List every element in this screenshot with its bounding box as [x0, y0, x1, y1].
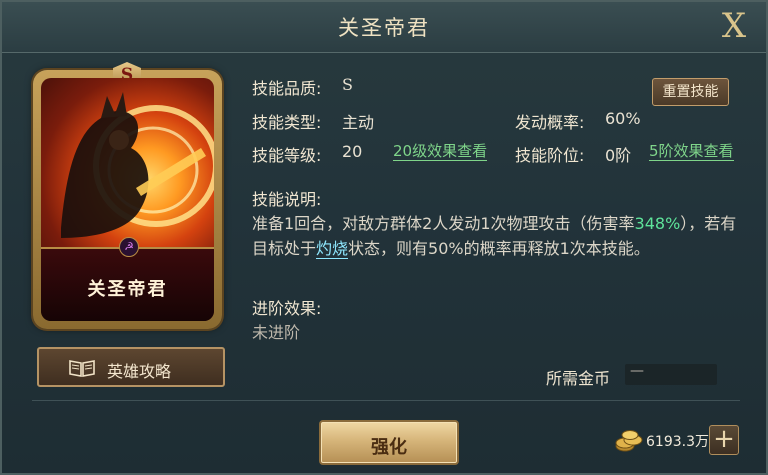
- coin-balance: 6193.3万: [646, 434, 709, 450]
- rank-effect-link[interactable]: 5阶效果查看: [649, 142, 734, 161]
- enhance-label: 强化: [371, 437, 407, 458]
- type-value: 主动: [342, 113, 375, 132]
- damage-rate: 348%: [634, 214, 681, 233]
- quality-value: S: [342, 75, 353, 94]
- level-label: 技能等级:: [252, 146, 322, 165]
- rank-value: 0阶: [605, 146, 632, 165]
- advance-label: 进阶效果:: [252, 299, 322, 318]
- description-label: 技能说明:: [252, 190, 322, 209]
- rank-label: 技能阶位:: [515, 146, 585, 165]
- hero-name: 关圣帝君: [87, 279, 168, 300]
- quality-label: 技能品质:: [252, 79, 322, 98]
- add-coins-button[interactable]: +: [709, 425, 739, 455]
- level-effect-link[interactable]: 20级效果查看: [393, 142, 488, 161]
- reset-skill-button[interactable]: 重置技能: [652, 78, 729, 106]
- book-icon: [69, 360, 95, 377]
- hero-guide-button[interactable]: 英雄攻略: [37, 347, 225, 387]
- level-value: 20: [342, 142, 363, 161]
- trigger-rate-label: 发动概率:: [515, 113, 585, 132]
- hero-portrait: ☭ 关圣帝君: [41, 78, 214, 321]
- hero-art: [61, 92, 214, 238]
- trigger-rate-value: 60%: [605, 109, 641, 128]
- hero-name-plate: ☭ 关圣帝君: [41, 237, 214, 321]
- hero-card: S ☭ 关圣帝君: [33, 62, 222, 329]
- desc-text-1: 准备1回合，对敌方群体2人发动1次物理攻击（伤害率: [252, 214, 635, 233]
- skill-description: 准备1回合，对敌方群体2人发动1次物理攻击（伤害率348%），若有目标处于灼烧状…: [252, 211, 752, 261]
- desc-text-3: 状态，则有50%的概率再释放1次本技能。: [348, 239, 650, 258]
- hero-guide-label: 英雄攻略: [107, 362, 172, 381]
- enhance-button[interactable]: 强化: [319, 420, 459, 465]
- burn-status-link[interactable]: 灼烧: [316, 239, 349, 259]
- dialog-title: 关圣帝君: [338, 16, 430, 40]
- skill-dialog: 关圣帝君 X S ☭ 关圣帝君 英雄攻略 技能品质: S 重置技能 技能类型: …: [0, 0, 768, 475]
- advance-value: 未进阶: [252, 323, 301, 342]
- faction-icon: ☭: [119, 237, 139, 257]
- coin-icon: [615, 430, 643, 452]
- title-bar: 关圣帝君 X: [2, 2, 766, 53]
- close-button[interactable]: X: [716, 8, 752, 44]
- gold-cost-label: 所需金币: [546, 369, 611, 388]
- footer-divider: [32, 400, 740, 401]
- type-label: 技能类型:: [252, 113, 322, 132]
- gold-cost-value: —: [630, 363, 644, 379]
